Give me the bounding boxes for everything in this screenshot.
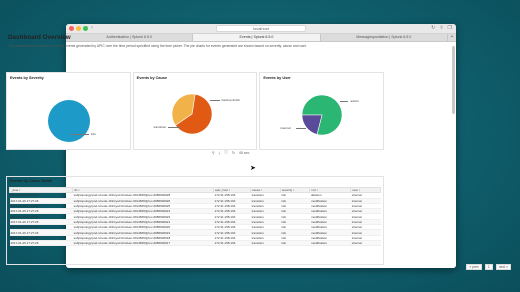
pie-cause [171, 93, 212, 135]
leader-line [296, 128, 307, 129]
table-cell: subj/topology/pod-1/node-101/sys/ctx/cds… [72, 240, 214, 247]
tab-strip: Authentication | Splunk 6.5.0 Events | S… [66, 34, 456, 42]
info-icon[interactable]: ⓘ [224, 150, 228, 155]
pagination: « prev 1 next » [466, 264, 511, 270]
leader-line [209, 100, 220, 101]
pie-user [302, 94, 343, 136]
slice-label-backup-finish: backup-finish [221, 98, 240, 102]
leader-line [167, 127, 180, 128]
tab-messaging[interactable]: Messaginquorilation | Splunk 6.5.0 [321, 34, 448, 41]
back-icon[interactable]: ‹ [86, 25, 88, 31]
new-tab-icon[interactable]: + [448, 34, 456, 41]
prev-page-button[interactable]: « prev [466, 264, 482, 270]
slice-label-admin: admin [350, 99, 359, 103]
table-cell: modification [309, 240, 351, 247]
scrollbar[interactable] [452, 46, 455, 114]
table-title: Events by Cause Detail [10, 179, 52, 183]
next-page-button[interactable]: next » [495, 264, 511, 270]
pie-slice-info[interactable] [48, 100, 90, 142]
refresh-icon[interactable]: ↻ [232, 151, 235, 155]
elapsed-time: 45 sec [238, 150, 250, 155]
chart-panels: Events by Severity info Events by Cause … [6, 72, 385, 150]
table-cell: transition [250, 240, 281, 247]
toolbar-icons: ↻ ⇪ ❐ [431, 25, 452, 31]
close-dot[interactable] [69, 26, 74, 31]
minimize-dot[interactable] [76, 26, 81, 31]
events-table-panel: Events by Cause Detail _time ↕ dn ↕ apic… [6, 176, 384, 265]
table-cell: internal [350, 240, 381, 247]
page-title: Dashboard Overview [8, 34, 71, 41]
mouse-cursor-icon: ➤ [250, 165, 256, 172]
table-cell: 172.31.158.164 [213, 240, 251, 247]
reload-icon[interactable]: ↻ [431, 25, 435, 31]
download-icon[interactable]: ⤓ [219, 151, 221, 155]
table-cell: 2017-01-26 17:27:26 [9, 240, 73, 247]
events-table: _time ↕ dn ↕ apic_host ↕ cause ↕ severit… [8, 186, 381, 247]
tab-events[interactable]: Events | Splunk 6.5.0 [193, 34, 321, 41]
panel-severity: Events by Severity info [6, 72, 131, 150]
search-icon[interactable]: ⚲ [212, 151, 215, 155]
title-bar: ‹ › localhost ↻ ⇪ ❐ [66, 24, 456, 34]
page-1-button[interactable]: 1 [484, 264, 493, 270]
panel-cause: Events by Cause backup-finish transition [132, 72, 258, 150]
tab-authentication[interactable]: Authentication | Splunk 6.5.0 [66, 34, 194, 41]
leader-line [340, 101, 349, 102]
table-cell: info [280, 240, 310, 247]
chart-toolbar: ⚲ ⤓ ⓘ ↻ 45 sec [212, 150, 249, 155]
slice-label-transition: transition [153, 125, 167, 129]
table-row[interactable]: 2017-01-26 17:27:26 subj/topology/pod-1/n… [9, 240, 381, 247]
forward-icon[interactable]: › [91, 25, 93, 31]
nav-buttons: ‹ › [86, 25, 93, 31]
share-icon[interactable]: ⇪ [439, 25, 443, 31]
leader-line [71, 134, 89, 135]
page-description: This dashboard summarizes all of the eve… [8, 44, 307, 48]
slice-label-info: info [91, 132, 96, 136]
address-bar[interactable]: localhost [216, 25, 306, 32]
slice-label-internal: internal [280, 126, 291, 130]
pie-severity [48, 100, 90, 142]
tabs-icon[interactable]: ❐ [448, 25, 452, 31]
panel-user: Events by User admin internal [259, 72, 385, 150]
